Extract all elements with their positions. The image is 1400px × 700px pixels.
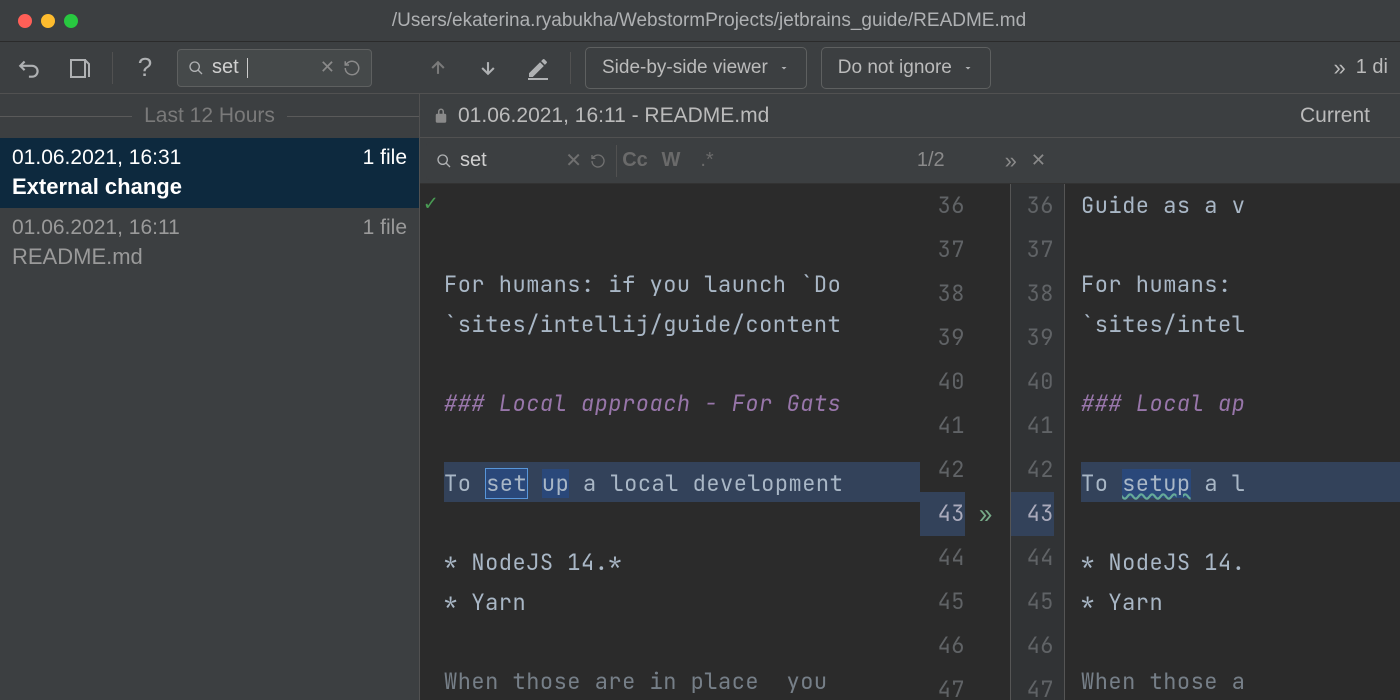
right-code-pane[interactable]: Guide as a v For humans: `sites/intel ##… [1065, 184, 1400, 700]
sidebar-group-header: Last 12 Hours [0, 94, 419, 138]
viewer-mode-label: Side-by-side viewer [602, 57, 768, 79]
chevron-down-icon [778, 62, 790, 74]
sidebar-search-value: set [212, 56, 239, 79]
history-entry[interactable]: 01.06.2021, 16:31 1 file External change [0, 138, 419, 208]
diff-search-box[interactable]: set ✕ [426, 142, 616, 180]
chevron-down-icon [962, 62, 974, 74]
search-history-icon[interactable] [343, 59, 361, 77]
undo-button[interactable] [12, 50, 48, 86]
match-case-button[interactable]: Cc [617, 143, 653, 179]
search-icon [188, 60, 204, 76]
revisions-button[interactable] [62, 50, 98, 86]
left-code-pane[interactable]: . . For humans: if you launch `Do `sites… [420, 184, 920, 700]
main-toolbar: ? set ✕ Side-by-side viewer Do not ignor… [0, 42, 1400, 94]
clear-icon[interactable]: ✕ [565, 148, 582, 173]
prev-diff-button[interactable] [420, 50, 456, 86]
entry-file-count: 1 file [363, 146, 407, 170]
lock-icon [432, 107, 450, 125]
code-area: ✓ . . For humans: if you launch `Do `sit… [420, 184, 1400, 700]
ignore-label: Do not ignore [838, 57, 952, 79]
sidebar-search-box[interactable]: set ✕ [177, 49, 372, 87]
close-window-button[interactable] [18, 14, 32, 28]
entry-file-count: 1 file [363, 216, 407, 240]
toolbar-overflow: » 1 di [1334, 55, 1389, 81]
chevrons-right-icon[interactable]: » [1005, 148, 1017, 174]
accept-change-icon[interactable]: » [979, 500, 993, 529]
clear-search-icon[interactable]: ✕ [320, 57, 335, 78]
diff-search-toolbar: set ✕ Cc W .* 1/2 » ✕ [420, 138, 1400, 184]
ignore-whitespace-select[interactable]: Do not ignore [821, 47, 991, 89]
diff-search-value: set [460, 149, 487, 172]
diff-panel: 01.06.2021, 16:11 - README.md Current se… [420, 94, 1400, 700]
window-controls [18, 14, 78, 28]
history-icon[interactable] [590, 153, 606, 169]
minimize-window-button[interactable] [41, 14, 55, 28]
right-pane-title: Current [1300, 104, 1400, 128]
regex-button[interactable]: .* [689, 143, 725, 179]
match-counter: 1/2 [917, 149, 945, 172]
maximize-window-button[interactable] [64, 14, 78, 28]
left-pane-title: 01.06.2021, 16:11 - README.md [420, 104, 1300, 128]
right-gutter: 36373839404142434445464748 [1010, 184, 1065, 700]
entry-name: README.md [12, 244, 407, 270]
history-entry[interactable]: 01.06.2021, 16:11 1 file README.md [0, 208, 419, 278]
entry-timestamp: 01.06.2021, 16:31 [12, 146, 181, 170]
edit-button[interactable] [520, 50, 556, 86]
entry-name: External change [12, 174, 407, 200]
window-title: /Users/ekaterina.ryabukha/WebstormProjec… [78, 10, 1400, 32]
entry-timestamp: 01.06.2021, 16:11 [12, 216, 180, 240]
viewer-mode-select[interactable]: Side-by-side viewer [585, 47, 807, 89]
close-search-icon[interactable]: ✕ [1031, 150, 1046, 171]
search-icon [436, 153, 452, 169]
help-button[interactable]: ? [127, 50, 163, 86]
chevrons-right-icon[interactable]: » [1334, 55, 1346, 81]
next-diff-button[interactable] [470, 50, 506, 86]
history-sidebar: Last 12 Hours 01.06.2021, 16:31 1 file Ex… [0, 94, 420, 700]
diff-count-label: 1 di [1356, 56, 1388, 79]
titlebar: /Users/ekaterina.ryabukha/WebstormProjec… [0, 0, 1400, 42]
words-button[interactable]: W [653, 143, 689, 179]
diff-middle-gutter: » [975, 184, 1010, 700]
left-gutter: 36373839404142434445464748 [920, 184, 975, 700]
